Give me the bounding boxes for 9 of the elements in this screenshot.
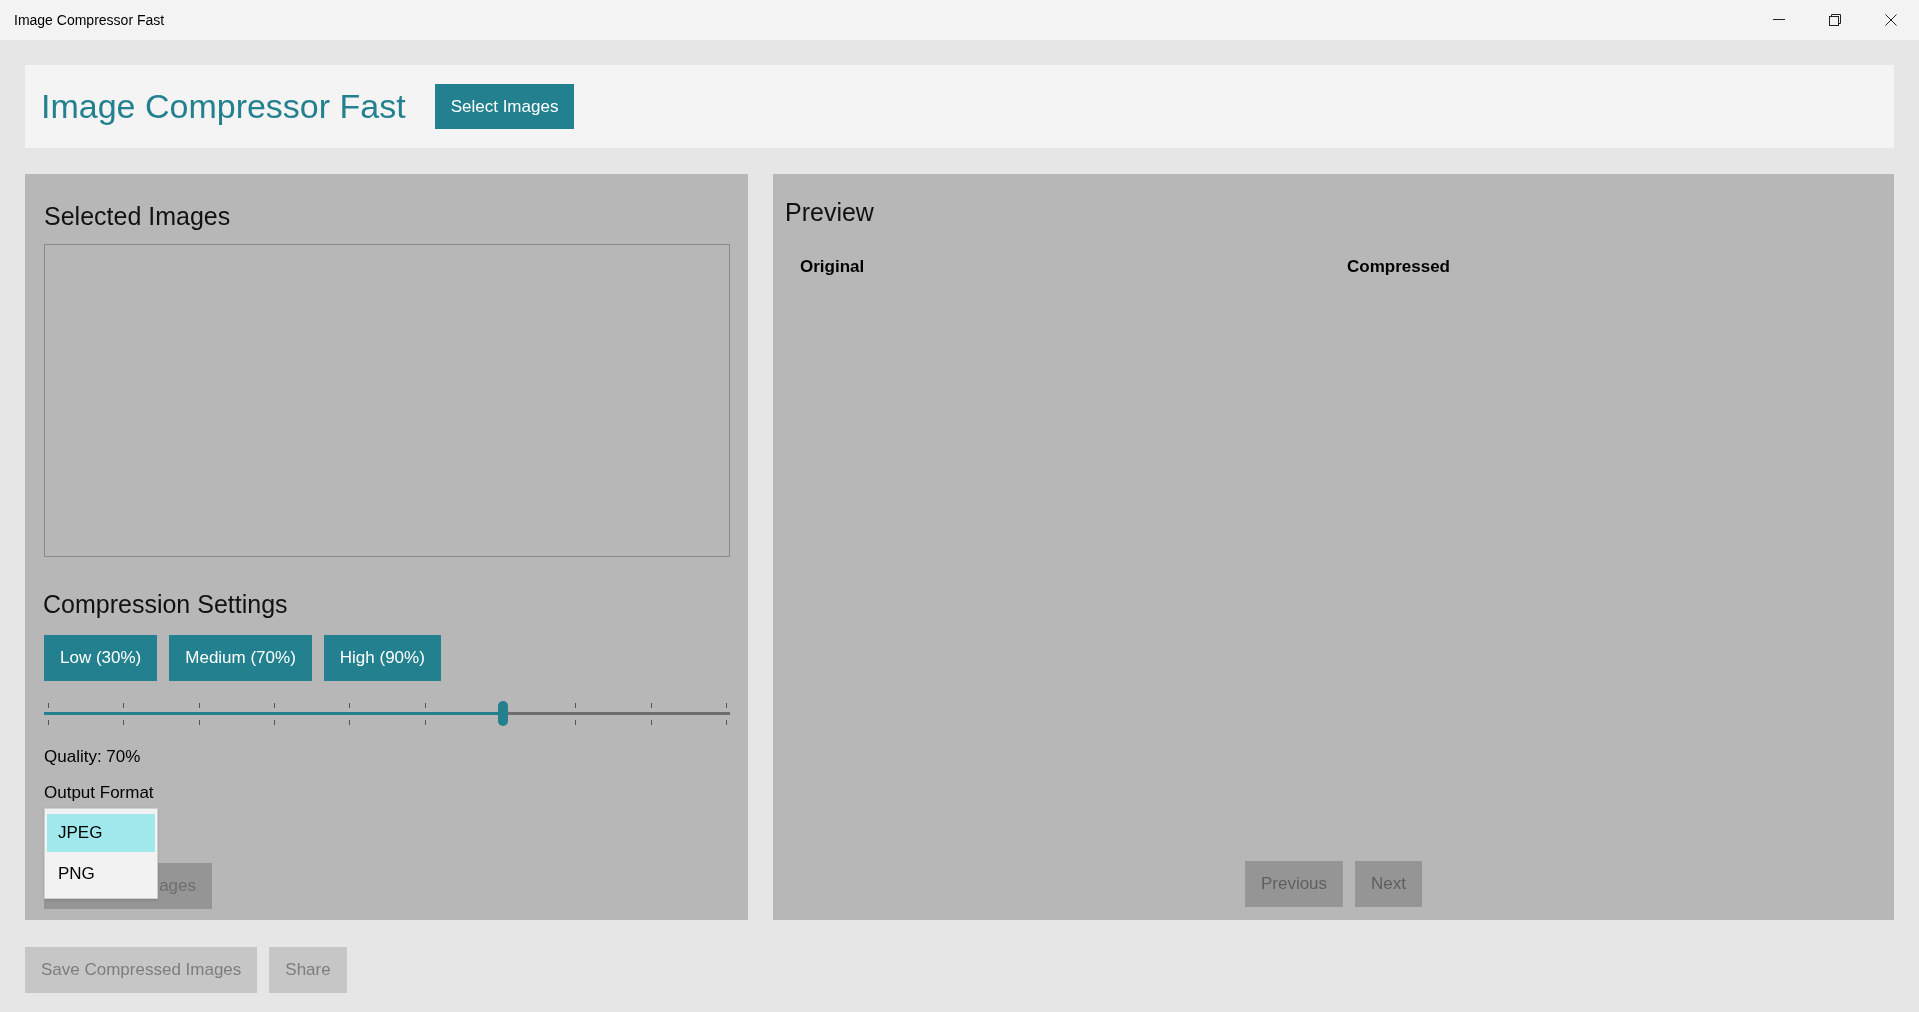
section-heading: Preview — [785, 197, 875, 228]
window-title: Image Compressor Fast — [13, 10, 165, 30]
output-format-label: Output Format — [44, 781, 155, 804]
column-label: Original — [800, 256, 865, 276]
section-heading: Compression Settings — [43, 588, 289, 620]
column-label: Compressed — [1347, 255, 1450, 278]
section-heading: Selected Images — [43, 201, 232, 232]
quality-label: Quality: 70% — [44, 746, 142, 768]
app-title: Image Compressor Fast — [41, 86, 406, 127]
